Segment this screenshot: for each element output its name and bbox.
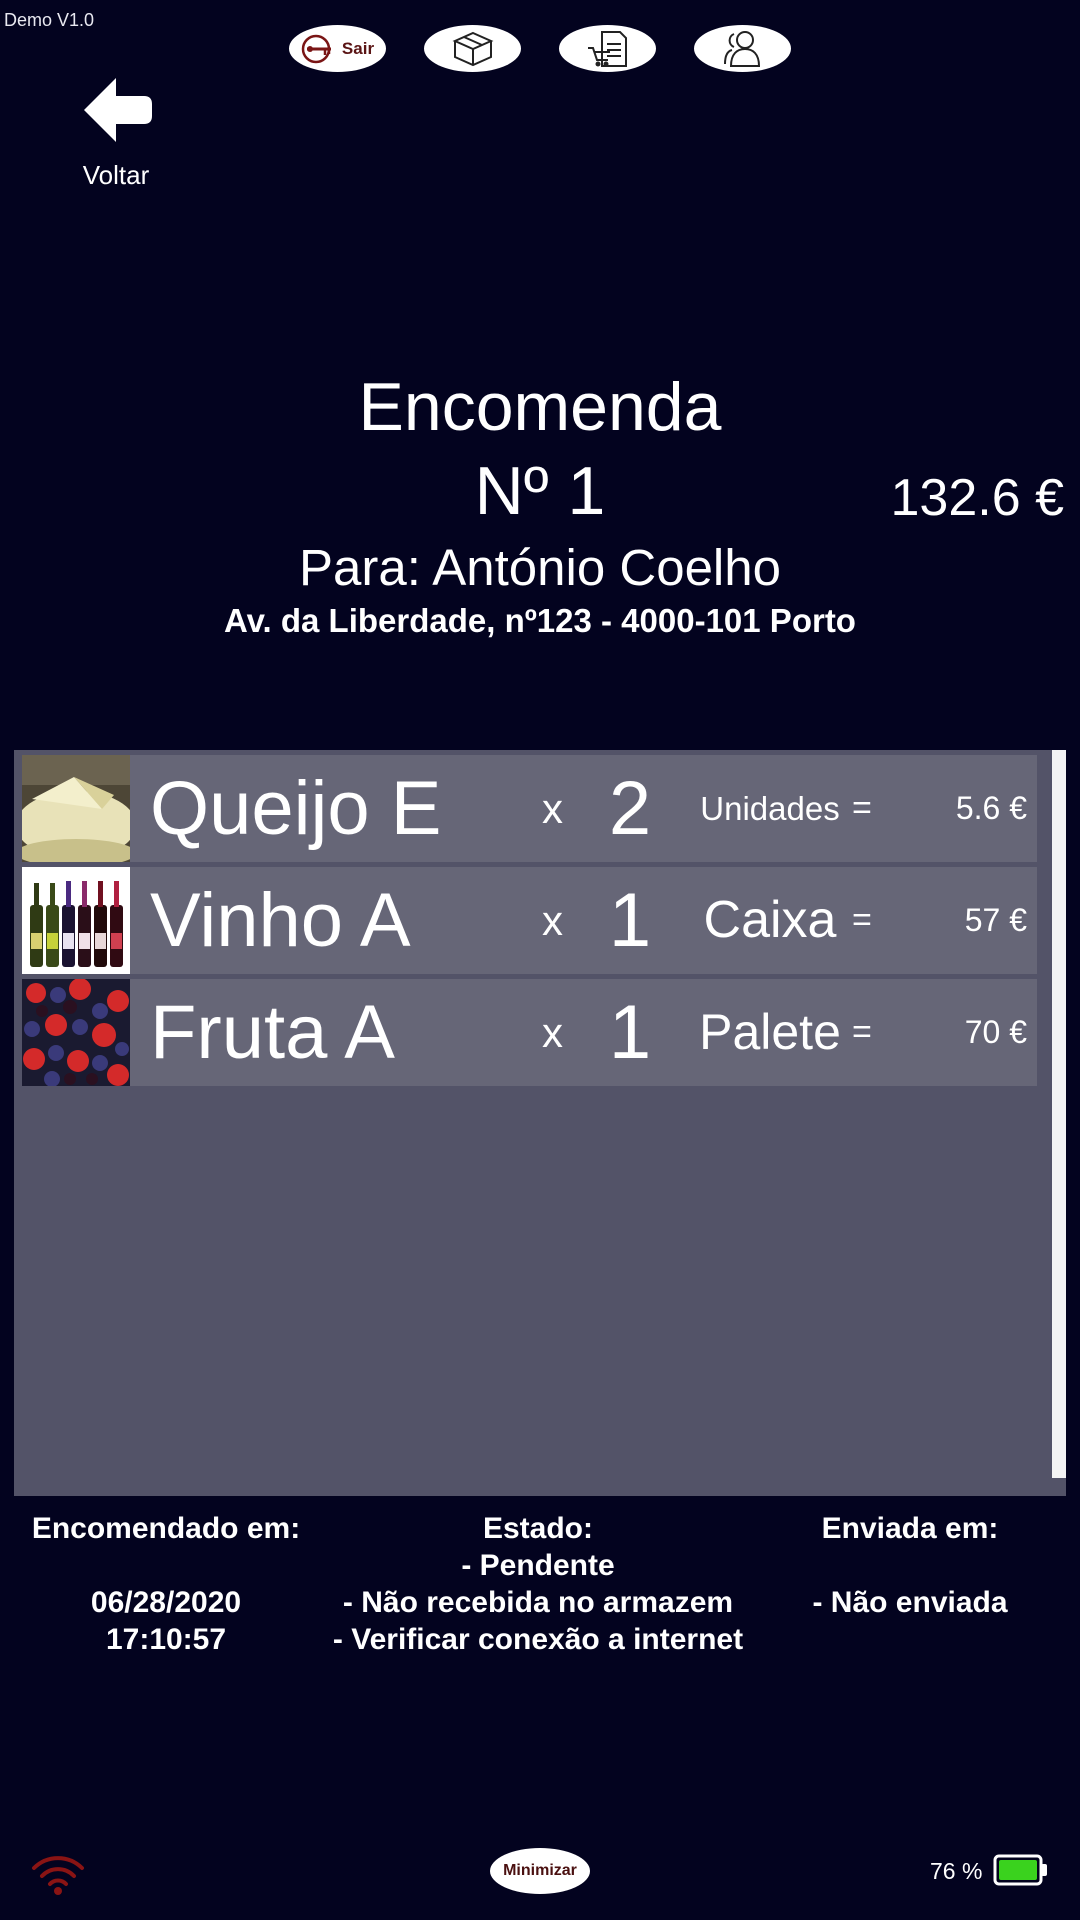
item-price: 57 € xyxy=(964,902,1027,938)
logout-label: Sair xyxy=(341,38,375,58)
back-label: Voltar xyxy=(82,160,150,190)
ordered-time: 17:10:57 xyxy=(105,1623,227,1656)
app-version: Demo V1.0 xyxy=(4,10,95,30)
orders-button[interactable] xyxy=(559,25,656,72)
status-line: - Pendente xyxy=(461,1549,615,1582)
order-title: Encomenda xyxy=(358,369,722,445)
item-quantity: 2 xyxy=(608,766,652,851)
status-line: - Verificar conexão a internet xyxy=(332,1623,744,1656)
list-item[interactable]: Fruta A x 1 Palete = 70 € xyxy=(22,979,1037,1086)
users-icon xyxy=(723,30,760,67)
item-unit: Unidades xyxy=(700,790,840,827)
order-items-list[interactable]: Queijo E x 2 Unidades = 5.6 € Vinho A x … xyxy=(14,750,1066,1496)
sent-value: - Não enviada xyxy=(812,1586,1008,1619)
battery-icon xyxy=(993,1853,1049,1887)
cart-document-icon xyxy=(587,30,627,67)
order-recipient: Para: António Coelho xyxy=(298,539,781,596)
item-equals: = xyxy=(852,1013,872,1051)
list-item[interactable]: Queijo E x 2 Unidades = 5.6 € xyxy=(22,755,1037,862)
wifi-icon xyxy=(28,1852,88,1896)
back-arrow-icon xyxy=(84,78,152,142)
scrollbar-track[interactable] xyxy=(1052,750,1066,1496)
cheese-image xyxy=(22,755,130,862)
sent-info: Enviada em: - Não enviada xyxy=(770,1510,1050,1621)
item-times: x xyxy=(542,1009,563,1056)
list-item[interactable]: Vinho A x 1 Caixa = 57 € xyxy=(22,867,1037,974)
ordered-date: 06/28/2020 xyxy=(90,1586,242,1619)
item-unit: Palete xyxy=(699,1004,841,1060)
wine-bottles-image xyxy=(22,867,130,974)
status-label: Estado: xyxy=(482,1512,593,1545)
logout-button[interactable]: Sair xyxy=(289,25,386,72)
status-line: - Não recebida no armazem xyxy=(342,1586,734,1619)
scrollbar-thumb[interactable] xyxy=(1052,750,1066,1478)
clients-button[interactable] xyxy=(694,25,791,72)
item-equals: = xyxy=(852,789,872,827)
item-name: Vinho A xyxy=(150,878,411,963)
status-info: Estado: - Pendente - Não recebida no arm… xyxy=(288,1510,788,1658)
item-equals: = xyxy=(852,901,872,939)
order-address: Av. da Liberdade, nº123 - 4000-101 Porto xyxy=(224,602,856,639)
ordered-label: Encomendado em: xyxy=(31,1512,301,1545)
item-name: Fruta A xyxy=(150,990,395,1075)
products-button[interactable] xyxy=(424,25,521,72)
item-unit: Caixa xyxy=(703,891,837,949)
item-times: x xyxy=(542,785,563,832)
key-icon xyxy=(301,34,331,63)
item-times: x xyxy=(542,897,563,944)
item-price: 70 € xyxy=(964,1014,1027,1050)
order-total: 132.6 € xyxy=(890,469,1065,527)
item-price: 5.6 € xyxy=(955,790,1027,826)
item-quantity: 1 xyxy=(608,878,652,963)
berries-image xyxy=(22,979,130,1086)
sent-label: Enviada em: xyxy=(821,1512,999,1545)
back-button[interactable]: Voltar xyxy=(78,76,154,196)
ordered-info: Encomendado em: 06/28/2020 17:10:57 xyxy=(16,1510,316,1658)
battery-percent: 76 % xyxy=(930,1858,983,1884)
minimize-button[interactable]: Minimizar xyxy=(490,1848,590,1894)
box-icon xyxy=(452,31,493,66)
item-name: Queijo E xyxy=(150,766,442,851)
item-quantity: 1 xyxy=(608,990,652,1075)
